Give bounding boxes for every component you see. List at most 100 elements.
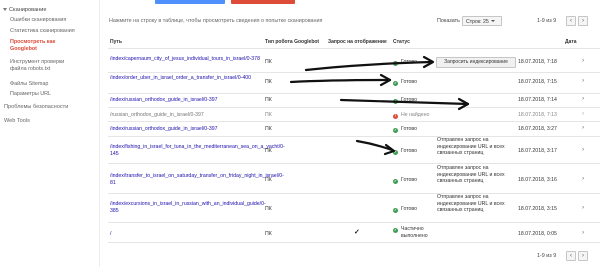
next-page-button[interactable]: › [578, 16, 588, 26]
sidebar-item-robots-tester[interactable]: Инструмент проверки файла robots.txt [10, 59, 64, 73]
chevron-right-icon: › [582, 18, 584, 24]
row-robot-type: ПК [265, 97, 272, 103]
row-path-link[interactable]: /index/excursions_in_israel_in_russian_w… [110, 201, 266, 215]
sidebar-item-sitemaps[interactable]: Файлы Sitemap [10, 81, 48, 87]
error-circle-icon: ! [393, 113, 398, 119]
row-status: ! Не найдено [393, 112, 430, 119]
row-robot-type: ПК [265, 177, 272, 183]
row-status: ✓ Готово [393, 97, 418, 104]
check-circle-icon: ✓ [393, 80, 398, 86]
table-hint: Нажмите на строку в таблице, чтобы просм… [109, 18, 323, 24]
request-indexing-button[interactable]: Запросить индексирование [436, 57, 516, 68]
row-expand-chevron-icon[interactable]: › [582, 204, 584, 211]
row-note: Отправлен запрос на индексирование URL и… [437, 194, 505, 214]
check-circle-icon: ✓ [393, 227, 398, 233]
footer-prev-page-button[interactable]: ‹ [566, 251, 576, 261]
row-date: 18.07.2018, 7:15 [518, 79, 557, 85]
row-divider [108, 121, 600, 122]
row-robot-type: ПК [265, 231, 272, 237]
row-robot-type: ПК [265, 112, 272, 118]
row-expand-chevron-icon[interactable]: › [582, 77, 584, 84]
row-date: 18.07.2018, 7:13 [518, 112, 557, 118]
row-robot-type: ПК [265, 206, 272, 212]
col-header-date[interactable]: Дата [565, 39, 577, 45]
annotation-arrow-4 [355, 139, 394, 152]
row-status: ✓ Готово [393, 206, 418, 213]
show-label: Показать [437, 18, 460, 24]
row-status: ✓ Готово [393, 177, 418, 184]
row-date: 18.07.2018, 7:14 [518, 97, 557, 103]
pagination-range: 1-9 из 9 [537, 18, 557, 24]
row-expand-chevron-icon[interactable]: › [582, 110, 584, 117]
top-red-button[interactable] [231, 0, 295, 4]
row-divider [108, 163, 600, 164]
col-header-robot[interactable]: Тип робота Googlebot [265, 39, 319, 45]
chevron-left-icon: ‹ [570, 18, 572, 24]
row-path-link[interactable]: /index/russian_orthodox_guide_in_israel/… [110, 97, 260, 104]
sidebar-item-fetch-as-googlebot[interactable]: Просмотреть как Googlebot [10, 39, 55, 53]
annotation-arrow-2 [289, 78, 392, 84]
row-path-link[interactable]: /index/russian_orthodox_guide_in_israel/… [110, 126, 260, 133]
row-status: ✓ Готово [393, 148, 418, 155]
row-robot-type: ПК [265, 148, 272, 154]
row-divider [108, 72, 600, 73]
row-path-link[interactable]: / [110, 231, 260, 238]
render-check-icon: ✓ [354, 229, 360, 236]
row-divider [108, 242, 600, 243]
col-header-render[interactable]: Запрос на отображение [328, 39, 387, 45]
col-header-path[interactable]: Путь [110, 39, 122, 45]
row-expand-chevron-icon[interactable]: › [582, 124, 584, 131]
row-path-link[interactable]: /index/transfer_to_israel_on_saturday_tr… [110, 173, 284, 187]
row-date: 18.07.2018, 3:17 [518, 148, 557, 154]
sidebar-item-url-params[interactable]: Параметры URL [10, 91, 51, 97]
row-divider [108, 136, 600, 137]
col-header-status[interactable]: Статус [393, 39, 410, 45]
row-status: ✓ Готово [393, 59, 418, 66]
row-date: 18.07.2018, 0:05 [518, 231, 557, 237]
top-blue-button[interactable] [155, 0, 225, 4]
row-path-link[interactable]: /index/capernaum_city_of_jesus_individua… [110, 56, 260, 63]
row-expand-chevron-icon[interactable]: › [582, 95, 584, 102]
row-status: ✓ Готово [393, 126, 418, 133]
sidebar: Сканирование Ошибки сканирования Статист… [0, 0, 100, 267]
row-expand-chevron-icon[interactable]: › [582, 229, 584, 236]
row-status: ✓ Готово [393, 79, 418, 86]
check-circle-icon: ✓ [393, 149, 398, 155]
row-date: 18.07.2018, 7:18 [518, 59, 557, 65]
row-robot-type: ПК [265, 79, 272, 85]
sidebar-item-crawl-errors[interactable]: Ошибки сканирования [10, 17, 66, 23]
row-path-link[interactable]: /russian_orthodox_guide_in_israel/0-397 [110, 112, 260, 119]
sidebar-item-crawl-stats[interactable]: Статистика сканирования [10, 28, 75, 34]
row-status: ✓ Частично выполнено [393, 226, 428, 239]
sidebar-item-security-issues[interactable]: Проблемы безопасности [4, 104, 68, 110]
row-path-link[interactable]: /index/order_uber_in_israel_order_a_tran… [110, 75, 260, 82]
sidebar-section-crawl[interactable]: Сканирование [3, 7, 47, 13]
triangle-down-icon [3, 7, 7, 11]
rows-per-page-select[interactable]: Строк: 25 [462, 16, 502, 26]
prev-page-button[interactable]: ‹ [566, 16, 576, 26]
row-divider [108, 107, 600, 108]
row-note: Отправлен запрос на индексирование URL и… [437, 165, 505, 185]
chevron-left-icon: ‹ [570, 253, 572, 259]
footer-pagination-range: 1-9 из 9 [537, 253, 557, 259]
row-expand-chevron-icon[interactable]: › [582, 57, 584, 64]
caret-down-icon [490, 20, 495, 22]
row-path-link[interactable]: /index/fishing_in_israel_for_tuna_in_the… [110, 144, 285, 158]
row-date: 18.07.2018, 3:27 [518, 126, 557, 132]
row-date: 18.07.2018, 3:15 [518, 206, 557, 212]
chevron-right-icon: › [582, 253, 584, 259]
check-circle-icon: ✓ [393, 127, 398, 133]
row-divider [108, 222, 600, 223]
sidebar-item-web-tools[interactable]: Web Tools [4, 118, 30, 124]
row-expand-chevron-icon[interactable]: › [582, 175, 584, 182]
check-circle-icon: ✓ [393, 207, 398, 213]
check-circle-icon: ✓ [393, 60, 398, 66]
row-divider [108, 93, 600, 94]
footer-next-page-button[interactable]: › [578, 251, 588, 261]
row-note: Отправлен запрос на индексирование URL и… [437, 137, 505, 157]
row-robot-type: ПК [265, 59, 272, 65]
row-expand-chevron-icon[interactable]: › [582, 146, 584, 153]
row-divider [108, 193, 600, 194]
row-date: 18.07.2018, 3:16 [518, 177, 557, 183]
row-robot-type: ПК [265, 126, 272, 132]
